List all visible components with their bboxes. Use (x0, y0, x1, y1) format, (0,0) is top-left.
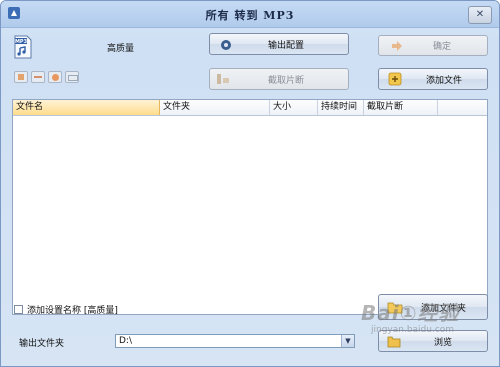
clip-label: 截取片断 (268, 75, 305, 86)
add-file-label: 添加文件 (426, 75, 463, 86)
gear-icon (221, 40, 231, 50)
col-filename[interactable]: 文件名 (13, 100, 160, 115)
add-file-button[interactable]: 添加文件 (378, 68, 488, 90)
mini-play-button[interactable] (48, 71, 62, 83)
output-folder-label: 输出文件夹 (19, 339, 65, 349)
col-clip[interactable]: 截取片断 (364, 100, 438, 115)
mini-remove-button[interactable] (31, 71, 45, 83)
mp3-file-icon: MP3 (14, 35, 32, 59)
arrow-right-icon (392, 41, 402, 51)
add-file-icon (388, 72, 402, 86)
mini-info-button[interactable] (65, 71, 79, 83)
col-size[interactable]: 大小 (270, 100, 318, 115)
film-icon (217, 74, 229, 84)
mini-add-button[interactable] (14, 71, 28, 83)
file-list-header: 文件名 文件夹 大小 持续时间 截取片断 (13, 100, 487, 116)
add-setting-name-label: 添加设置名称 [高质量] (27, 306, 118, 316)
confirm-label: 确定 (433, 42, 452, 52)
window-title: 所有 转到 MP3 (205, 9, 295, 22)
clip-button[interactable]: 截取片断 (209, 68, 349, 90)
chevron-down-icon[interactable]: ▼ (341, 335, 354, 347)
play-icon (52, 74, 59, 81)
output-folder-combobox[interactable]: D:\ ▼ (115, 334, 355, 348)
col-duration[interactable]: 持续时间 (318, 100, 364, 115)
main-window: 所有 转到 MP3 ✕ MP3 高质量 输出配置 确定 截取片断 添加文件 文件… (0, 0, 500, 367)
add-icon (18, 74, 24, 80)
close-button[interactable]: ✕ (468, 6, 492, 24)
close-icon: ✕ (475, 9, 485, 20)
output-config-label: 输出配置 (268, 40, 305, 51)
watermark-url: jingyan.baidu.com (371, 325, 455, 335)
remove-icon (34, 76, 42, 78)
watermark-logo: Bai①经验 (361, 301, 460, 325)
output-folder-value: D:\ (119, 336, 132, 346)
col-filler (438, 100, 487, 115)
mp3-icon-text: MP3 (15, 39, 28, 45)
add-setting-name-checkbox[interactable] (14, 305, 23, 314)
output-config-button[interactable]: 输出配置 (209, 33, 349, 55)
confirm-button[interactable]: 确定 (378, 35, 488, 56)
title-bar: 所有 转到 MP3 ✕ (1, 1, 499, 28)
watermark: Bai①经验 jingyan.baidu.com (361, 277, 499, 357)
quality-label: 高质量 (107, 44, 135, 54)
col-folder[interactable]: 文件夹 (160, 100, 270, 115)
info-icon (68, 75, 78, 81)
